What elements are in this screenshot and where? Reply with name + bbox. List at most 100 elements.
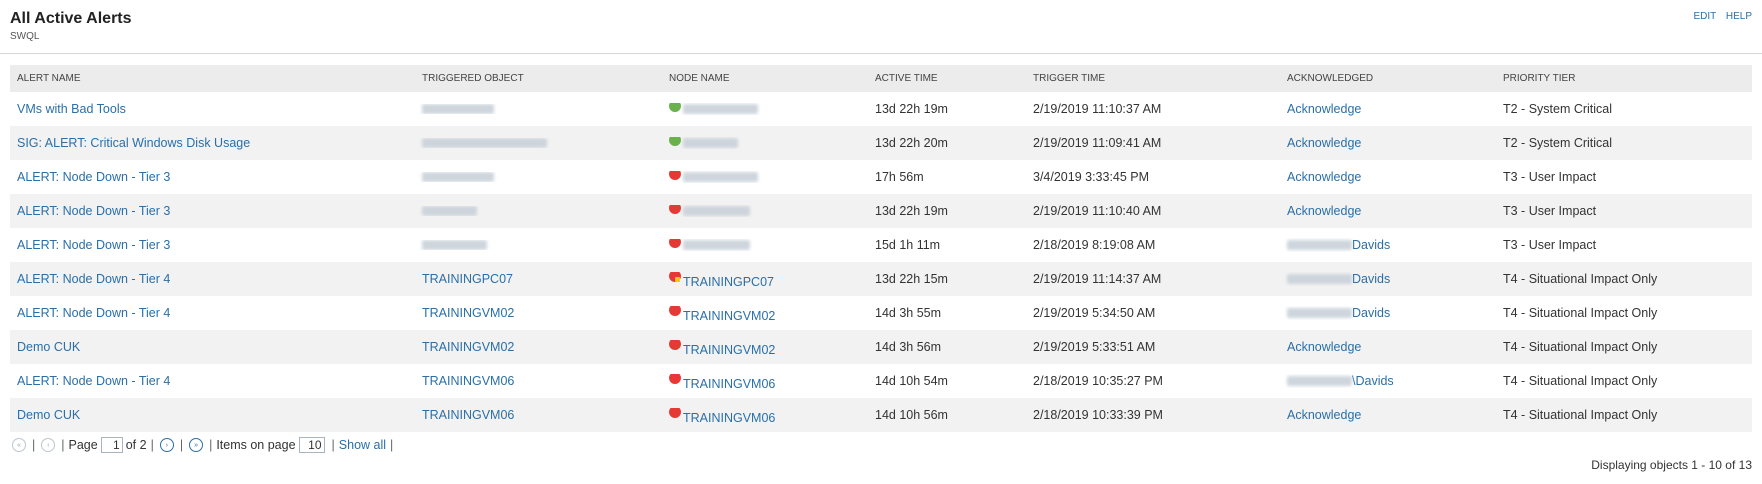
column-header-priority-tier[interactable]: PRIORITY TIER	[1496, 73, 1762, 84]
priority-tier: T3 - User Impact	[1503, 204, 1597, 218]
table-row: ALERT: Node Down - Tier 4 TRAININGPC07 T…	[10, 262, 1752, 296]
page-count-label: of 2	[125, 438, 147, 452]
table-header-row: ALERT NAME TRIGGERED OBJECT NODE NAME AC…	[10, 65, 1752, 92]
column-header-node-name[interactable]: NODE NAME	[662, 73, 868, 84]
alert-name-link[interactable]: Demo CUK	[17, 340, 80, 354]
next-page-icon[interactable]: ›	[159, 438, 174, 452]
pager-separator: |	[61, 438, 65, 452]
alert-name-link[interactable]: SIG: ALERT: Critical Windows Disk Usage	[17, 136, 250, 150]
pager-separator: |	[179, 438, 184, 452]
page-number-input[interactable]	[100, 437, 123, 453]
acknowledged-by-link[interactable]: Davids	[1352, 306, 1390, 320]
trigger-time: 2/18/2019 8:19:08 AM	[1033, 238, 1156, 252]
alert-name-link[interactable]: VMs with Bad Tools	[17, 102, 126, 116]
status-down-icon	[669, 340, 681, 350]
active-time: 14d 10h 54m	[875, 374, 948, 388]
table-row: ALERT: Node Down - Tier 3 15d 1h 11m 2/1…	[10, 228, 1752, 262]
table-row: ALERT: Node Down - Tier 3 13d 22h 19m 2/…	[10, 194, 1752, 228]
redacted-object	[422, 240, 487, 250]
last-page-icon[interactable]: »	[189, 438, 204, 452]
status-down-icon	[669, 306, 681, 316]
first-page-icon[interactable]: «	[12, 438, 26, 452]
triggered-object-link[interactable]: TRAININGVM06	[422, 408, 514, 422]
header-divider	[0, 53, 1762, 54]
node-name-link[interactable]: TRAININGVM06	[683, 377, 775, 388]
pager-separator: |	[32, 438, 36, 452]
acknowledge-link[interactable]: Acknowledge	[1287, 204, 1361, 218]
active-time: 14d 3h 56m	[875, 340, 942, 354]
table-row: VMs with Bad Tools 13d 22h 19m 2/19/2019…	[10, 92, 1752, 126]
priority-tier: T3 - User Impact	[1503, 238, 1597, 252]
column-header-alert-name[interactable]: ALERT NAME	[10, 73, 415, 84]
table-row: Demo CUK TRAININGVM02 TRAININGVM02 14d 3…	[10, 330, 1752, 364]
column-header-triggered-object[interactable]: TRIGGERED OBJECT	[415, 73, 662, 84]
table-row: ALERT: Node Down - Tier 4 TRAININGVM02 T…	[10, 296, 1752, 330]
trigger-time: 3/4/2019 3:33:45 PM	[1033, 170, 1150, 184]
status-down-icon	[669, 239, 681, 248]
items-per-page-input[interactable]	[298, 437, 325, 453]
node-name-link[interactable]: TRAININGPC07	[683, 275, 774, 286]
acknowledge-link[interactable]: Acknowledge	[1287, 102, 1361, 116]
edit-link[interactable]: EDIT	[1693, 11, 1716, 22]
page-title: All Active Alerts	[10, 10, 132, 27]
redacted-node	[683, 172, 758, 182]
redacted-object	[422, 104, 494, 114]
triggered-object-link[interactable]: TRAININGPC07	[422, 272, 513, 286]
redacted-object	[422, 138, 547, 148]
pagination-bar: « | ‹ | Page of 2 | › | » | Items on pag…	[10, 437, 397, 453]
acknowledge-link[interactable]: Acknowledge	[1287, 170, 1361, 184]
previous-page-icon[interactable]: ‹	[41, 438, 56, 452]
alert-name-link[interactable]: ALERT: Node Down - Tier 3	[17, 238, 170, 252]
column-header-acknowledged[interactable]: ACKNOWLEDGED	[1280, 73, 1496, 84]
redacted-node	[683, 240, 750, 250]
node-name-link[interactable]: TRAININGVM02	[683, 309, 775, 320]
pager-separator: |	[150, 438, 154, 452]
redacted-user	[1287, 240, 1352, 250]
trigger-time: 2/19/2019 11:09:41 AM	[1033, 136, 1162, 150]
acknowledged-by-link[interactable]: Davids	[1352, 272, 1390, 286]
trigger-time: 2/19/2019 5:33:51 AM	[1033, 340, 1156, 354]
items-on-page-label: Items on page	[216, 438, 296, 452]
help-link[interactable]: HELP	[1726, 11, 1752, 22]
node-name-link[interactable]: TRAININGVM06	[683, 411, 775, 422]
alert-name-link[interactable]: ALERT: Node Down - Tier 4	[17, 306, 170, 320]
acknowledge-link[interactable]: Acknowledge	[1287, 408, 1361, 422]
redacted-user	[1287, 376, 1352, 386]
alerts-table: ALERT NAME TRIGGERED OBJECT NODE NAME AC…	[10, 65, 1752, 432]
active-time: 14d 3h 55m	[875, 306, 942, 320]
redacted-node	[683, 206, 750, 216]
column-header-trigger-time[interactable]: TRIGGER TIME	[1026, 73, 1280, 84]
column-header-active-time[interactable]: ACTIVE TIME	[868, 73, 1026, 84]
trigger-time: 2/19/2019 11:10:40 AM	[1033, 204, 1162, 218]
active-time: 13d 22h 19m	[875, 102, 948, 116]
priority-tier: T4 - Situational Impact Only	[1503, 272, 1658, 286]
pager-separator: |	[390, 438, 394, 452]
show-all-link[interactable]: Show all	[339, 438, 386, 452]
active-time: 13d 22h 19m	[875, 204, 948, 218]
triggered-object-link[interactable]: TRAININGVM02	[422, 306, 514, 320]
alert-name-link[interactable]: Demo CUK	[17, 408, 80, 422]
acknowledge-link[interactable]: Acknowledge	[1287, 136, 1361, 150]
redacted-node	[683, 138, 738, 148]
active-time: 13d 22h 15m	[875, 272, 948, 286]
alert-name-link[interactable]: ALERT: Node Down - Tier 4	[17, 272, 170, 286]
node-name-link[interactable]: TRAININGVM02	[683, 343, 775, 354]
trigger-time: 2/19/2019 11:10:37 AM	[1033, 102, 1162, 116]
triggered-object-link[interactable]: TRAININGVM02	[422, 340, 514, 354]
priority-tier: T4 - Situational Impact Only	[1503, 408, 1658, 422]
table-row: Demo CUK TRAININGVM06 TRAININGVM06 14d 1…	[10, 398, 1752, 432]
page-subtitle: SWQL	[10, 31, 40, 42]
redacted-object	[422, 206, 477, 216]
table-row: ALERT: Node Down - Tier 3 17h 56m 3/4/20…	[10, 160, 1752, 194]
active-time: 15d 1h 11m	[875, 238, 941, 252]
alert-name-link[interactable]: ALERT: Node Down - Tier 3	[17, 204, 170, 218]
alert-name-link[interactable]: ALERT: Node Down - Tier 3	[17, 170, 170, 184]
triggered-object-link[interactable]: TRAININGVM06	[422, 374, 514, 388]
acknowledged-by-link[interactable]: Davids	[1352, 238, 1390, 252]
acknowledged-by-link[interactable]: \Davids	[1352, 374, 1394, 388]
alert-name-link[interactable]: ALERT: Node Down - Tier 4	[17, 374, 170, 388]
redacted-object	[422, 172, 494, 182]
status-up-icon	[669, 103, 681, 112]
acknowledge-link[interactable]: Acknowledge	[1287, 340, 1361, 354]
redacted-node	[683, 104, 758, 114]
